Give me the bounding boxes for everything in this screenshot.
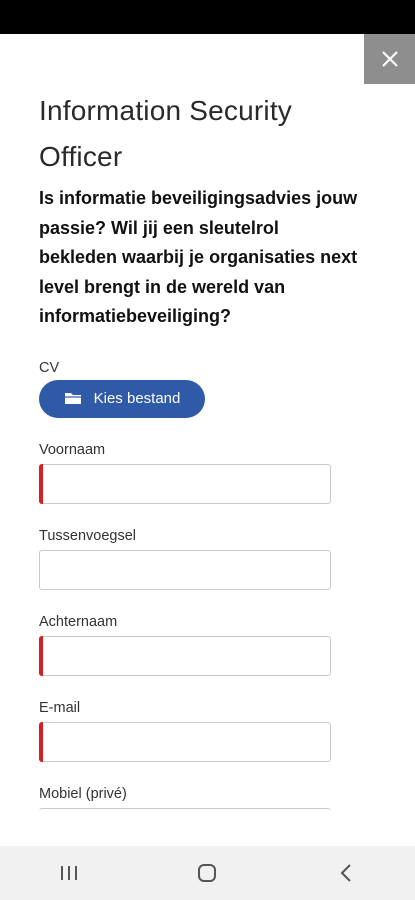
choose-file-label: Kies bestand	[93, 390, 181, 407]
email-label: E-mail	[39, 699, 81, 716]
field-tussenvoegsel: Tussenvoegsel	[39, 526, 359, 590]
close-button[interactable]	[364, 34, 415, 84]
recent-apps-button[interactable]	[39, 853, 99, 893]
tussenvoegsel-input[interactable]	[39, 549, 331, 590]
back-button[interactable]	[316, 853, 376, 893]
job-intro: Is informatie beveiligingsadvies jouw pa…	[39, 188, 358, 326]
mobiel-label: Mobiel (privé)	[39, 785, 127, 802]
cv-label: CV	[39, 359, 60, 376]
folder-icon	[64, 393, 81, 404]
home-button[interactable]	[177, 853, 237, 893]
field-voornaam: Voornaam	[39, 440, 359, 504]
field-achternaam: Achternaam	[39, 612, 359, 676]
scroll-cutoff	[0, 810, 415, 846]
voornaam-input[interactable]	[39, 463, 331, 504]
recent-apps-icon	[61, 866, 78, 880]
tussenvoegsel-label: Tussenvoegsel	[39, 527, 136, 544]
close-icon	[381, 51, 398, 67]
achternaam-label: Achternaam	[39, 613, 118, 630]
choose-file-button[interactable]: Kies bestand	[39, 379, 205, 418]
system-navigation-bar	[0, 846, 415, 900]
voornaam-label: Voornaam	[39, 441, 106, 458]
home-icon	[198, 864, 217, 882]
email-input[interactable]	[39, 721, 331, 762]
application-form: Information Security Officer Is informat…	[39, 84, 359, 848]
field-email: E-mail	[39, 698, 359, 762]
job-title: Information Security Officer	[39, 95, 292, 172]
achternaam-input[interactable]	[39, 635, 331, 676]
status-bar	[0, 0, 415, 34]
back-icon	[340, 864, 351, 882]
